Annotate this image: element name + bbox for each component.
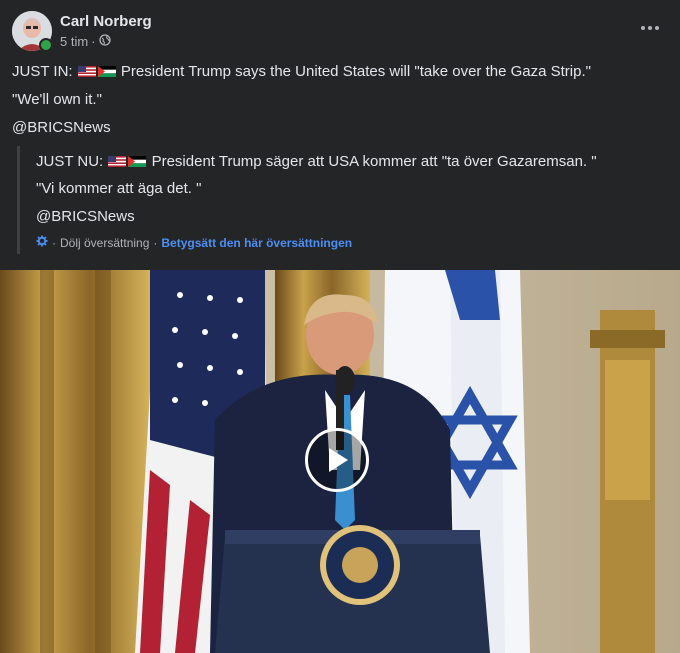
- translation-text: President Trump säger att USA kommer att…: [151, 153, 597, 170]
- more-options-button[interactable]: [638, 18, 662, 38]
- post-prefix: JUST IN:: [12, 63, 73, 80]
- dot-separator: ·: [153, 235, 158, 250]
- post-line-2: "We'll own it.": [12, 91, 102, 108]
- more-options-icon: [641, 26, 645, 30]
- more-options-dot: [655, 26, 659, 30]
- author-name[interactable]: Carl Norberg: [60, 13, 152, 30]
- dot-separator: ·: [52, 235, 56, 250]
- palestine-flag-icon: [128, 156, 147, 167]
- post-line-1: JUST IN: President Trump says the United…: [12, 63, 591, 80]
- author-avatar[interactable]: [12, 11, 53, 52]
- hide-translation-link[interactable]: Dölj översättning: [60, 236, 149, 250]
- post-meta: 5 tim ·: [60, 34, 111, 49]
- post-header: Carl Norberg 5 tim ·: [0, 0, 680, 60]
- translation-line-2: "Vi kommer att äga det. ": [36, 180, 202, 197]
- post-hashtag-mention[interactable]: @BRICSNews: [12, 119, 111, 136]
- post-text: President Trump says the United States w…: [120, 63, 591, 80]
- translation-prefix: JUST NU:: [36, 153, 104, 170]
- play-icon: [329, 448, 348, 472]
- online-status-indicator: [39, 38, 53, 52]
- rate-translation-link[interactable]: Betygsätt den här översättningen: [161, 236, 352, 250]
- palestine-flag-icon: [97, 66, 116, 77]
- us-flag-icon: [108, 156, 127, 167]
- globe-icon[interactable]: [98, 34, 111, 49]
- translation-mention[interactable]: @BRICSNews: [36, 208, 135, 225]
- translation-line-1: JUST NU: President Trump säger att USA k…: [36, 153, 597, 170]
- play-button[interactable]: [305, 428, 369, 492]
- translation-actions: · Dölj översättning · Betygsätt den här …: [36, 235, 352, 250]
- post-time[interactable]: 5 tim: [60, 34, 88, 49]
- gear-icon: [36, 235, 48, 250]
- more-options-dot: [648, 26, 652, 30]
- translation-block: JUST NU: President Trump säger att USA k…: [17, 146, 660, 254]
- us-flag-icon: [77, 66, 96, 77]
- meta-separator: ·: [91, 34, 96, 49]
